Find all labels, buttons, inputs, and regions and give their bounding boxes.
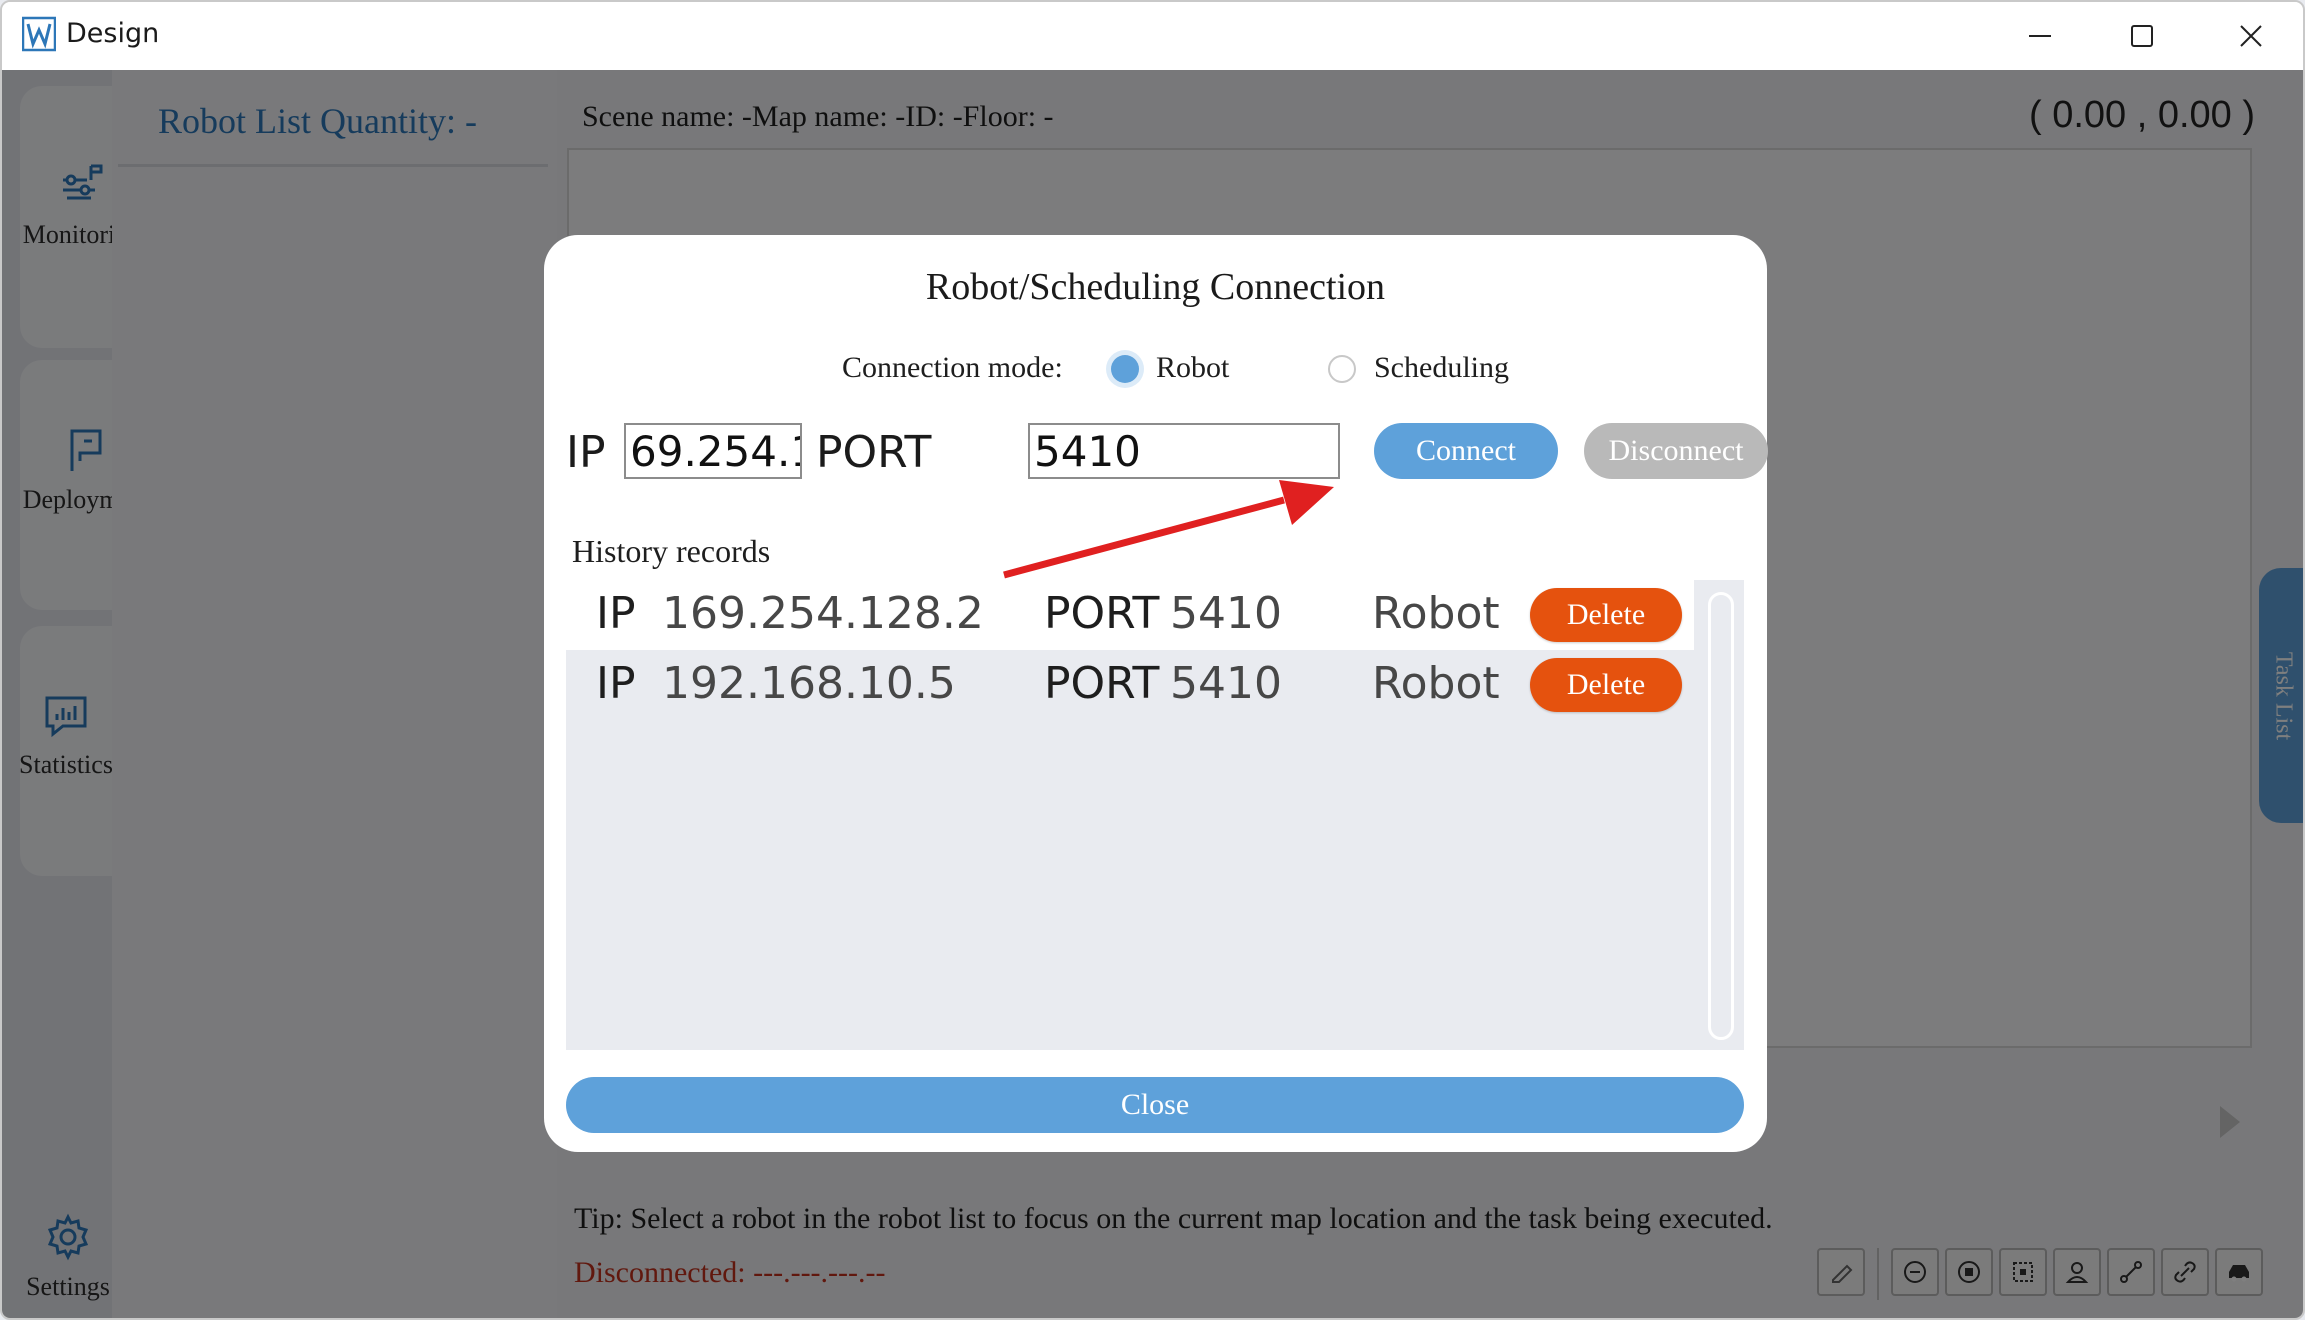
history-type: Robot xyxy=(1372,658,1500,709)
history-records-label: History records xyxy=(572,533,771,569)
radio-robot[interactable] xyxy=(1111,355,1139,383)
history-ip-label: IP xyxy=(596,658,636,709)
history-row[interactable]: IP 192.168.10.5 PORT 5410 Robot Delete xyxy=(566,650,1694,720)
history-row[interactable]: IP 169.254.128.2 PORT 5410 Robot Delete xyxy=(566,580,1694,650)
history-type: Robot xyxy=(1372,588,1500,639)
radio-scheduling-label[interactable]: Scheduling xyxy=(1374,351,1509,385)
history-ip: 192.168.10.5 xyxy=(662,658,956,709)
history-port: 5410 xyxy=(1170,658,1282,709)
history-scrollbar[interactable] xyxy=(1708,592,1734,1040)
connection-row: IP 69.254.128.2 PORT 5410 Connect Discon… xyxy=(566,423,1768,483)
delete-button[interactable]: Delete xyxy=(1530,588,1682,642)
minimize-button[interactable] xyxy=(1987,2,2093,70)
app-window: Design Monitoring xyxy=(0,0,2305,1320)
maximize-icon xyxy=(2131,25,2153,47)
close-icon xyxy=(2240,25,2262,47)
history-port-label: PORT xyxy=(1044,658,1160,709)
close-window-button[interactable] xyxy=(2198,2,2303,70)
radio-robot-label[interactable]: Robot xyxy=(1156,351,1229,385)
ip-input[interactable]: 69.254.128.2 xyxy=(624,423,802,479)
radio-scheduling[interactable] xyxy=(1328,355,1356,383)
history-port: 5410 xyxy=(1170,588,1282,639)
history-port-label: PORT xyxy=(1044,588,1160,639)
dialog-title: Robot/Scheduling Connection xyxy=(925,266,1386,308)
maximize-button[interactable] xyxy=(2089,2,2195,70)
port-label: PORT xyxy=(816,427,932,478)
title-bar: Design xyxy=(2,2,2303,70)
delete-button[interactable]: Delete xyxy=(1530,658,1682,712)
connection-mode-label: Connection mode: xyxy=(842,351,1063,384)
history-ip: 169.254.128.2 xyxy=(662,588,984,639)
connect-button[interactable]: Connect xyxy=(1374,423,1558,479)
minimize-icon xyxy=(2029,35,2051,37)
app-logo-icon xyxy=(22,16,56,52)
disconnect-button[interactable]: Disconnect xyxy=(1584,423,1768,479)
history-list: IP 169.254.128.2 PORT 5410 Robot Delete … xyxy=(566,580,1744,1050)
connection-dialog: Robot/Scheduling Connection Connection m… xyxy=(544,235,1768,1152)
close-dialog-button[interactable]: Close xyxy=(566,1077,1744,1133)
port-input[interactable]: 5410 xyxy=(1028,423,1340,479)
connection-mode-row: Connection mode: Robot Scheduling xyxy=(544,351,1767,391)
history-ip-label: IP xyxy=(596,588,636,639)
window-title: Design xyxy=(66,18,160,49)
ip-label: IP xyxy=(566,427,606,478)
